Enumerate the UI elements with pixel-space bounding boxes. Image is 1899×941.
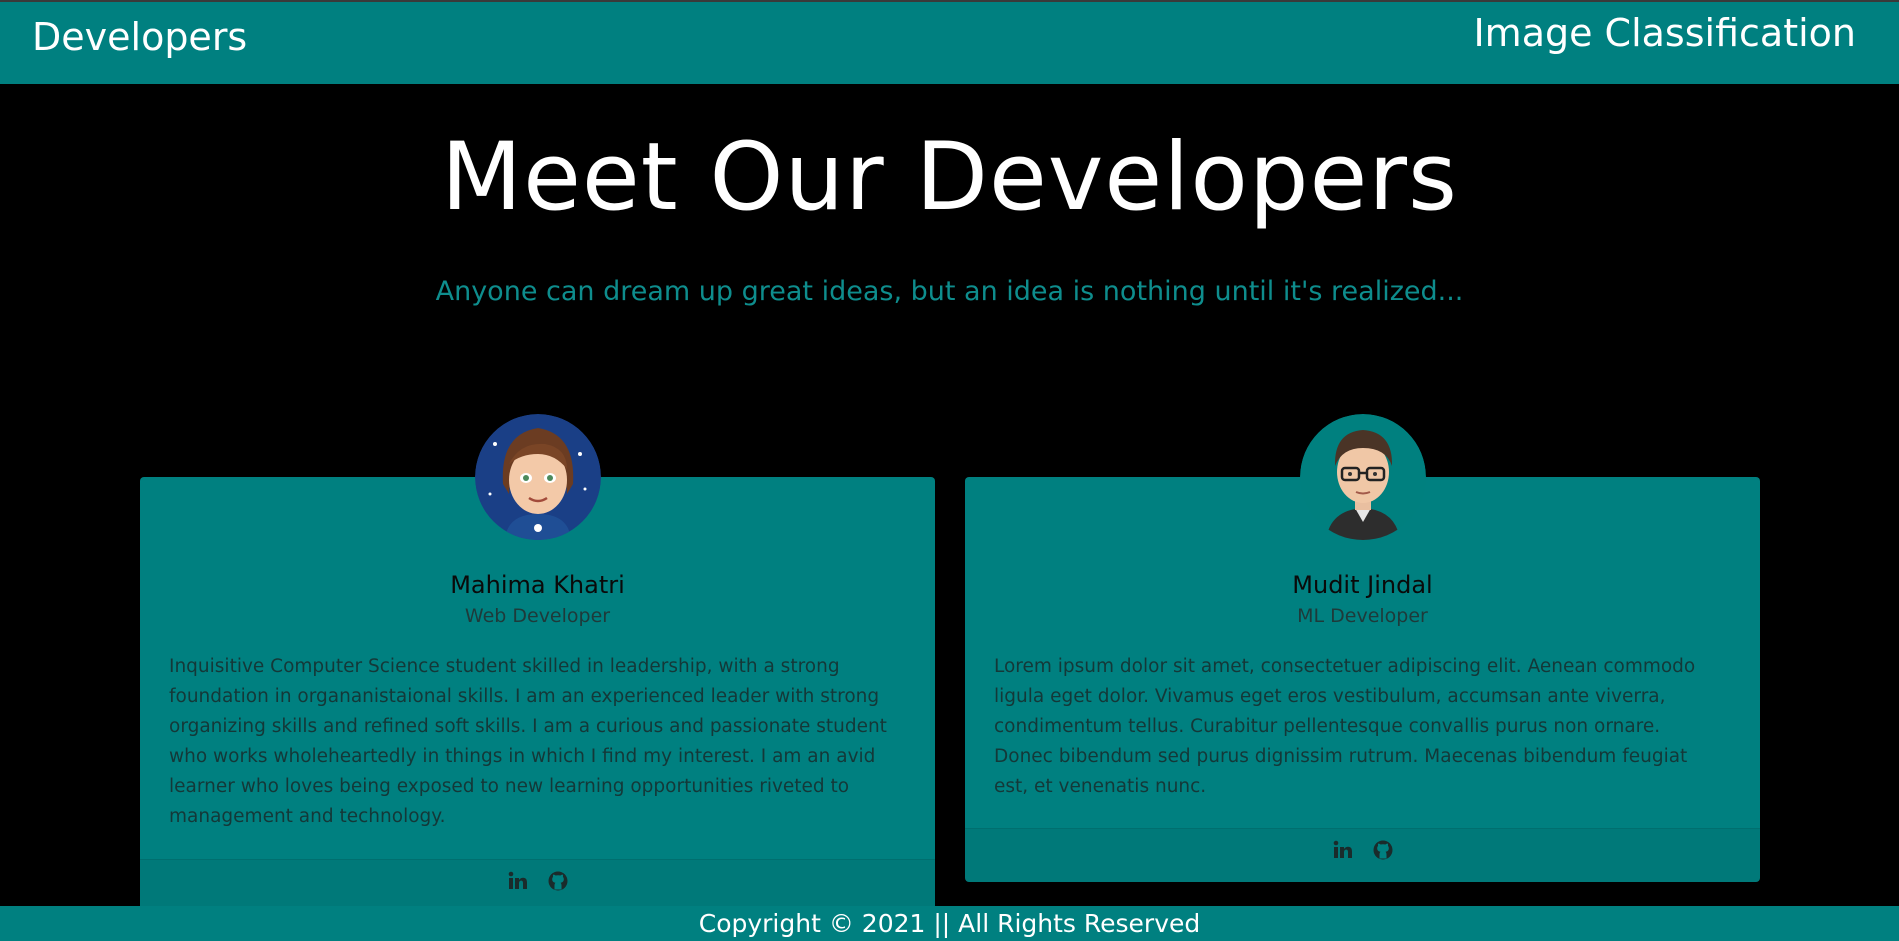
nav-link-image-classification[interactable]: Image Classification — [1473, 10, 1856, 56]
page: Developers Image Classification Meet Our… — [0, 0, 1899, 941]
developer-card: Mahima Khatri Web Developer Inquisitive … — [140, 414, 935, 941]
linkedin-icon[interactable] — [1332, 839, 1354, 861]
top-navbar: Developers Image Classification — [0, 0, 1899, 84]
developer-bio: Inquisitive Computer Science student ski… — [169, 656, 887, 827]
developer-name: Mudit Jindal — [1292, 571, 1433, 599]
male-avatar-icon — [1300, 414, 1426, 540]
brand-link[interactable]: Developers — [32, 14, 247, 60]
developer-bio: Lorem ipsum dolor sit amet, consectetuer… — [994, 656, 1696, 797]
github-icon[interactable] — [547, 870, 569, 892]
copyright-bar: Copyright © 2021 || All Rights Reserved — [0, 906, 1899, 941]
card-footer — [140, 859, 935, 913]
developer-name: Mahima Khatri — [450, 571, 625, 599]
developer-card: Mudit Jindal ML Developer Lorem ipsum do… — [965, 414, 1760, 882]
developer-role: Web Developer — [464, 605, 611, 627]
developer-role: ML Developer — [1297, 605, 1428, 627]
linkedin-icon[interactable] — [507, 870, 529, 892]
github-icon[interactable] — [1372, 839, 1394, 861]
page-subtitle: Anyone can dream up great ideas, but an … — [435, 276, 1464, 307]
card-footer — [965, 828, 1760, 882]
page-title: Meet Our Developers — [440, 123, 1458, 232]
female-avatar-icon — [475, 414, 601, 540]
